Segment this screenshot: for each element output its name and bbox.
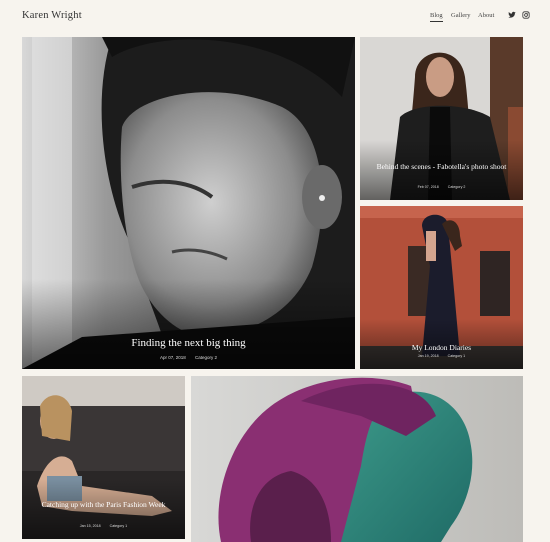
post-title[interactable]: Finding the next big thing — [22, 337, 355, 349]
post-title[interactable]: Behind the scenes - Fabotella's photo sh… — [360, 161, 523, 172]
post-card[interactable]: My London Diaries Jan 19, 2018 Category … — [360, 206, 523, 369]
instagram-icon[interactable] — [522, 11, 530, 19]
post-date: Jan 15, 2018 — [79, 524, 101, 528]
post-meta: Apr 07, 2018 Category 2 — [22, 355, 355, 360]
post-category[interactable]: Category 1 — [448, 354, 466, 358]
post-meta: Jan 15, 2018 Category 1 — [22, 524, 185, 528]
post-card[interactable] — [191, 376, 523, 542]
post-date: Feb 07, 2018 — [417, 185, 439, 189]
post-category[interactable]: Category 1 — [110, 524, 128, 528]
post-category[interactable]: Category 2 — [448, 185, 466, 189]
post-date: Jan 19, 2018 — [417, 354, 439, 358]
post-meta: Jan 19, 2018 Category 1 — [360, 354, 523, 358]
nav-link-blog[interactable]: Blog — [430, 12, 443, 22]
post-image-purple-hair — [191, 376, 523, 542]
post-category[interactable]: Category 2 — [195, 355, 217, 360]
nav-link-about[interactable]: About — [478, 12, 494, 19]
post-meta: Feb 07, 2018 Category 2 — [360, 185, 523, 189]
twitter-icon[interactable] — [508, 11, 516, 19]
post-card[interactable]: Catching up with the Paris Fashion Week … — [22, 376, 185, 539]
post-card[interactable]: Behind the scenes - Fabotella's photo sh… — [360, 37, 523, 200]
post-card-featured[interactable]: Finding the next big thing Apr 07, 2018 … — [22, 37, 355, 369]
post-title[interactable]: My London Diaries — [360, 343, 523, 352]
site-logo[interactable]: Karen Wright — [22, 10, 82, 21]
nav-link-gallery[interactable]: Gallery — [451, 12, 471, 19]
post-date: Apr 07, 2018 — [159, 355, 186, 360]
post-title[interactable]: Catching up with the Paris Fashion Week — [22, 499, 185, 510]
site-header: Karen Wright Blog Gallery About — [0, 0, 550, 34]
